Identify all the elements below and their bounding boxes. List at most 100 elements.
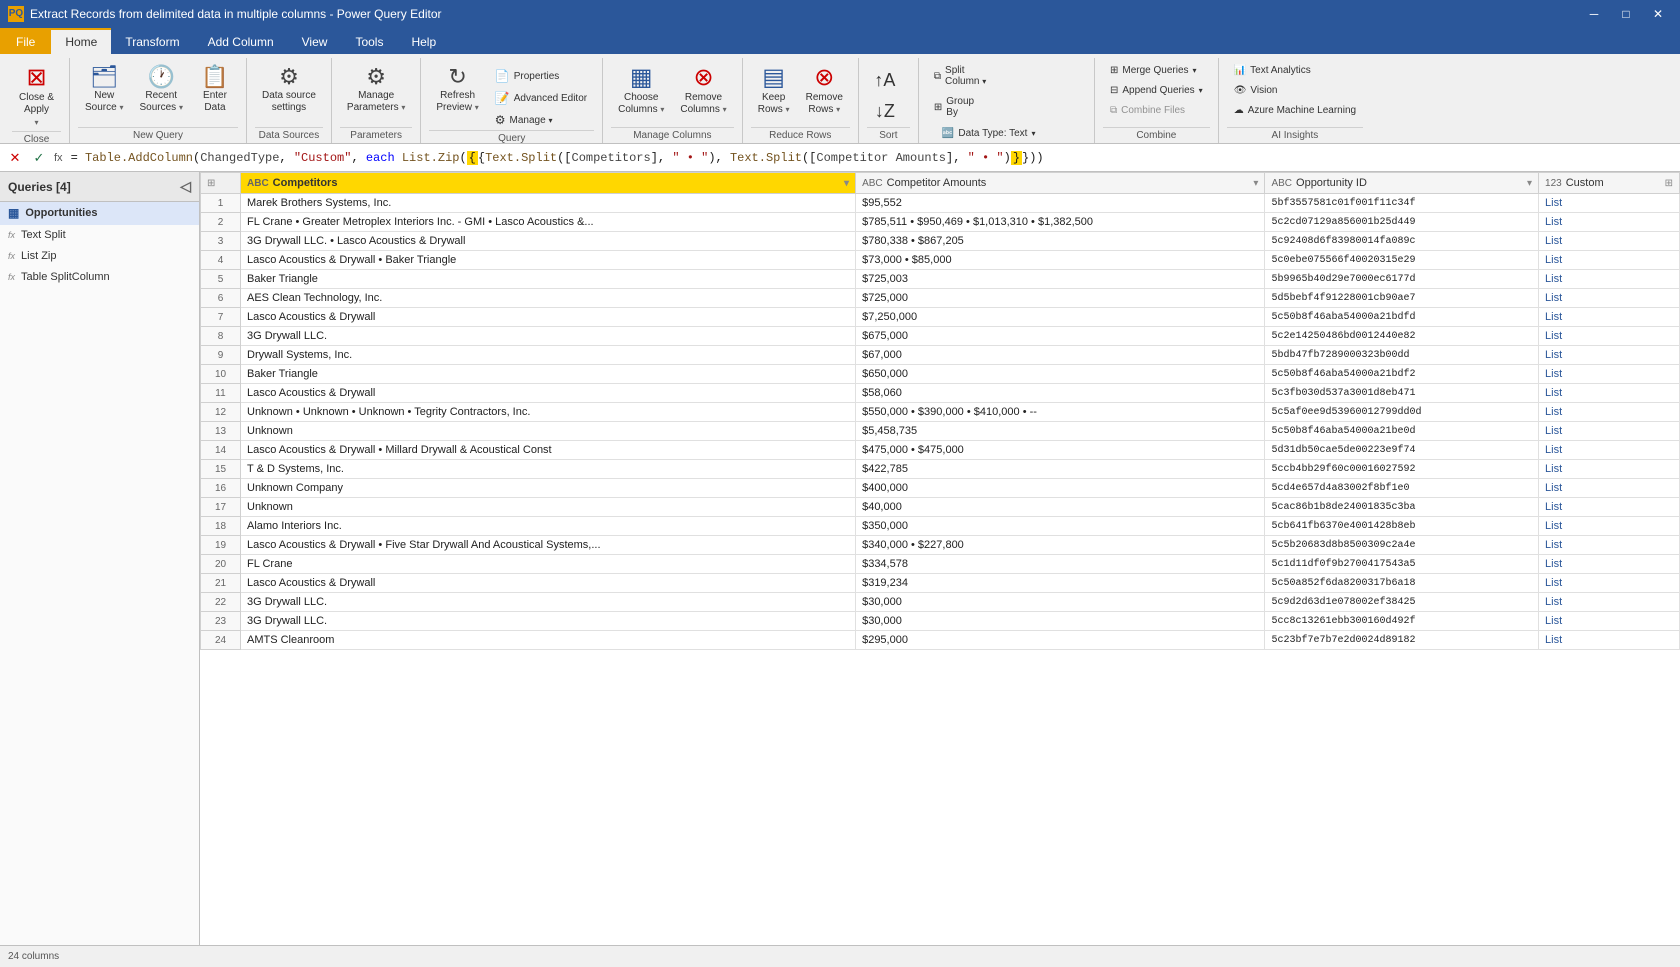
col-header-amounts[interactable]: ABC Competitor Amounts ▾ bbox=[856, 173, 1265, 194]
azure-ml-button[interactable]: ☁ Azure Machine Learning bbox=[1227, 102, 1363, 119]
table-row[interactable]: 12 Unknown • Unknown • Unknown • Tegrity… bbox=[201, 403, 1680, 422]
table-row[interactable]: 11 Lasco Acoustics & Drywall $58,060 5c3… bbox=[201, 384, 1680, 403]
table-row[interactable]: 14 Lasco Acoustics & Drywall • Millard D… bbox=[201, 441, 1680, 460]
maximize-button[interactable]: □ bbox=[1612, 4, 1640, 24]
merge-queries-dropdown[interactable]: ▾ bbox=[1193, 66, 1197, 75]
datatype-dropdown[interactable]: ▾ bbox=[1031, 129, 1035, 138]
window-controls[interactable]: ─ □ ✕ bbox=[1580, 4, 1672, 24]
datatype-icon: 🔤 bbox=[942, 128, 954, 139]
table-row[interactable]: 3 3G Drywall LLC. • Lasco Acoustics & Dr… bbox=[201, 232, 1680, 251]
row-num-cell: 5 bbox=[201, 270, 241, 289]
vision-button[interactable]: 👁 Vision bbox=[1227, 82, 1363, 99]
col-header-custom[interactable]: 123 Custom ⊞ bbox=[1539, 173, 1680, 194]
text-analytics-button[interactable]: 📊 Text Analytics bbox=[1227, 62, 1363, 79]
title-bar: PQ Extract Records from delimited data i… bbox=[0, 0, 1680, 28]
tab-home[interactable]: Home bbox=[51, 28, 111, 54]
formula-input[interactable]: = Table.AddColumn(ChangedType, "Custom",… bbox=[71, 151, 1676, 165]
tab-view[interactable]: View bbox=[288, 28, 342, 54]
combine-files-button[interactable]: ⧉ Combine Files bbox=[1103, 102, 1210, 119]
formula-cancel-button[interactable]: ✕ bbox=[4, 147, 26, 169]
table-row[interactable]: 24 AMTS Cleanroom $295,000 5c23bf7e7b7e2… bbox=[201, 631, 1680, 650]
sidebar-item-listzip[interactable]: fx List Zip bbox=[0, 246, 199, 267]
amounts-cell: $58,060 bbox=[856, 384, 1265, 403]
formula-accept-button[interactable]: ✓ bbox=[28, 147, 50, 169]
col-header-competitors[interactable]: ABC Competitors ▾ bbox=[241, 173, 856, 194]
custom-cell: List bbox=[1539, 403, 1680, 422]
close-apply-icon: ⊠ bbox=[26, 66, 46, 90]
append-queries-dropdown[interactable]: ▾ bbox=[1199, 86, 1203, 95]
sort-asc-button[interactable]: ↑A bbox=[867, 66, 903, 95]
close-button[interactable]: ✕ bbox=[1644, 4, 1672, 24]
table-row[interactable]: 6 AES Clean Technology, Inc. $725,000 5d… bbox=[201, 289, 1680, 308]
enter-data-button[interactable]: 📋 EnterData bbox=[192, 62, 238, 118]
table-row[interactable]: 15 T & D Systems, Inc. $422,785 5ccb4bb2… bbox=[201, 460, 1680, 479]
row-num-cell: 16 bbox=[201, 479, 241, 498]
merge-queries-button[interactable]: ⊞ Merge Queries ▾ bbox=[1103, 62, 1210, 79]
minimize-button[interactable]: ─ bbox=[1580, 4, 1608, 24]
table-row[interactable]: 4 Lasco Acoustics & Drywall • Baker Tria… bbox=[201, 251, 1680, 270]
keep-rows-button[interactable]: ▤ KeepRows ▾ bbox=[751, 62, 797, 120]
data-area[interactable]: ⊞ ABC Competitors ▾ ABC Competitor bbox=[200, 172, 1680, 945]
table-row[interactable]: 23 3G Drywall LLC. $30,000 5cc8c13261ebb… bbox=[201, 612, 1680, 631]
tab-transform[interactable]: Transform bbox=[111, 28, 193, 54]
oppid-cell: 5d31db50cae5de00223e9f74 bbox=[1265, 441, 1539, 460]
table-row[interactable]: 8 3G Drywall LLC. $675,000 5c2e14250486b… bbox=[201, 327, 1680, 346]
row-num-cell: 8 bbox=[201, 327, 241, 346]
advanced-editor-button[interactable]: 📝 Advanced Editor bbox=[488, 88, 594, 108]
col-sort-competitors[interactable]: ▾ bbox=[844, 178, 849, 189]
table-row[interactable]: 18 Alamo Interiors Inc. $350,000 5cb641f… bbox=[201, 517, 1680, 536]
remove-rows-button[interactable]: ⊗ RemoveRows ▾ bbox=[799, 62, 850, 120]
manage-parameters-button[interactable]: ⚙ ManageParameters ▾ bbox=[340, 62, 412, 118]
table-row[interactable]: 21 Lasco Acoustics & Drywall $319,234 5c… bbox=[201, 574, 1680, 593]
managecolumns-group-label: Manage Columns bbox=[611, 127, 734, 143]
datatype-button[interactable]: 🔤 Data Type: Text ▾ bbox=[935, 125, 1086, 142]
table-row[interactable]: 13 Unknown $5,458,735 5c50b8f46aba54000a… bbox=[201, 422, 1680, 441]
append-queries-button[interactable]: ⊟ Append Queries ▾ bbox=[1103, 82, 1210, 99]
table-row[interactable]: 16 Unknown Company $400,000 5cd4e657d4a8… bbox=[201, 479, 1680, 498]
sidebar-collapse-button[interactable]: ◁ bbox=[180, 178, 191, 195]
manage-button[interactable]: ⚙ Manage ▾ bbox=[488, 110, 594, 130]
sidebar-item-textsplit[interactable]: fx Text Split bbox=[0, 225, 199, 246]
table-row[interactable]: 10 Baker Triangle $650,000 5c50b8f46aba5… bbox=[201, 365, 1680, 384]
recent-sources-button[interactable]: 🕐 RecentSources ▾ bbox=[133, 62, 190, 118]
group-by-button[interactable]: ⊞ GroupBy bbox=[927, 93, 993, 121]
choose-columns-button[interactable]: ▦ ChooseColumns ▾ bbox=[611, 62, 671, 120]
col-header-oppid[interactable]: ABC Opportunity ID ▾ bbox=[1265, 173, 1539, 194]
col-sort-amounts[interactable]: ▾ bbox=[1253, 178, 1258, 189]
split-column-button[interactable]: ⧉ SplitColumn ▾ bbox=[927, 62, 993, 90]
table-row[interactable]: 2 FL Crane • Greater Metroplex Interiors… bbox=[201, 213, 1680, 232]
sort-desc-button[interactable]: ↓Z bbox=[867, 97, 903, 126]
col-header-rownum: ⊞ bbox=[201, 173, 241, 194]
table-row[interactable]: 17 Unknown $40,000 5cac86b1b8de24001835c… bbox=[201, 498, 1680, 517]
split-column-icon: ⧉ bbox=[934, 71, 941, 82]
amounts-cell: $780,338 • $867,205 bbox=[856, 232, 1265, 251]
tab-file[interactable]: File bbox=[0, 28, 51, 54]
azure-ml-icon: ☁ bbox=[1234, 105, 1244, 116]
sidebar-item-opportunities[interactable]: ▦ Opportunities bbox=[0, 202, 199, 225]
close-apply-button[interactable]: ⊠ Close &Apply ▾ bbox=[12, 62, 61, 131]
row-num-cell: 18 bbox=[201, 517, 241, 536]
table-row[interactable]: 5 Baker Triangle $725,003 5b9965b40d29e7… bbox=[201, 270, 1680, 289]
refresh-preview-button[interactable]: ↻ RefreshPreview ▾ bbox=[429, 62, 485, 118]
properties-button[interactable]: 📄 Properties bbox=[488, 66, 594, 86]
close-apply-dropdown[interactable]: ▾ bbox=[35, 118, 39, 127]
table-row[interactable]: 20 FL Crane $334,578 5c1d11df0f9b2700417… bbox=[201, 555, 1680, 574]
table-row[interactable]: 19 Lasco Acoustics & Drywall • Five Star… bbox=[201, 536, 1680, 555]
col-sort-custom[interactable]: ⊞ bbox=[1665, 178, 1673, 189]
table-row[interactable]: 22 3G Drywall LLC. $30,000 5c9d2d63d1e07… bbox=[201, 593, 1680, 612]
table-row[interactable]: 9 Drywall Systems, Inc. $67,000 5bdb47fb… bbox=[201, 346, 1680, 365]
table-row[interactable]: 7 Lasco Acoustics & Drywall $7,250,000 5… bbox=[201, 308, 1680, 327]
custom-cell: List bbox=[1539, 232, 1680, 251]
parameters-group-label: Parameters bbox=[340, 127, 412, 143]
remove-columns-button[interactable]: ⊗ RemoveColumns ▾ bbox=[673, 62, 733, 120]
table-row[interactable]: 1 Marek Brothers Systems, Inc. $95,552 5… bbox=[201, 194, 1680, 213]
tab-tools[interactable]: Tools bbox=[341, 28, 397, 54]
sidebar-item-tablesplitcolumn[interactable]: fx Table SplitColumn bbox=[0, 267, 199, 288]
new-source-button[interactable]: 🗂 NewSource ▾ bbox=[78, 62, 130, 118]
col-sort-oppid[interactable]: ▾ bbox=[1527, 178, 1532, 189]
datasource-settings-button[interactable]: ⚙ Data sourcesettings bbox=[255, 62, 323, 118]
tab-addcolumn[interactable]: Add Column bbox=[194, 28, 288, 54]
col-type-icon-amounts: ABC bbox=[862, 178, 883, 189]
tab-help[interactable]: Help bbox=[397, 28, 450, 54]
sort-desc-icon: ↓Z bbox=[875, 101, 895, 122]
